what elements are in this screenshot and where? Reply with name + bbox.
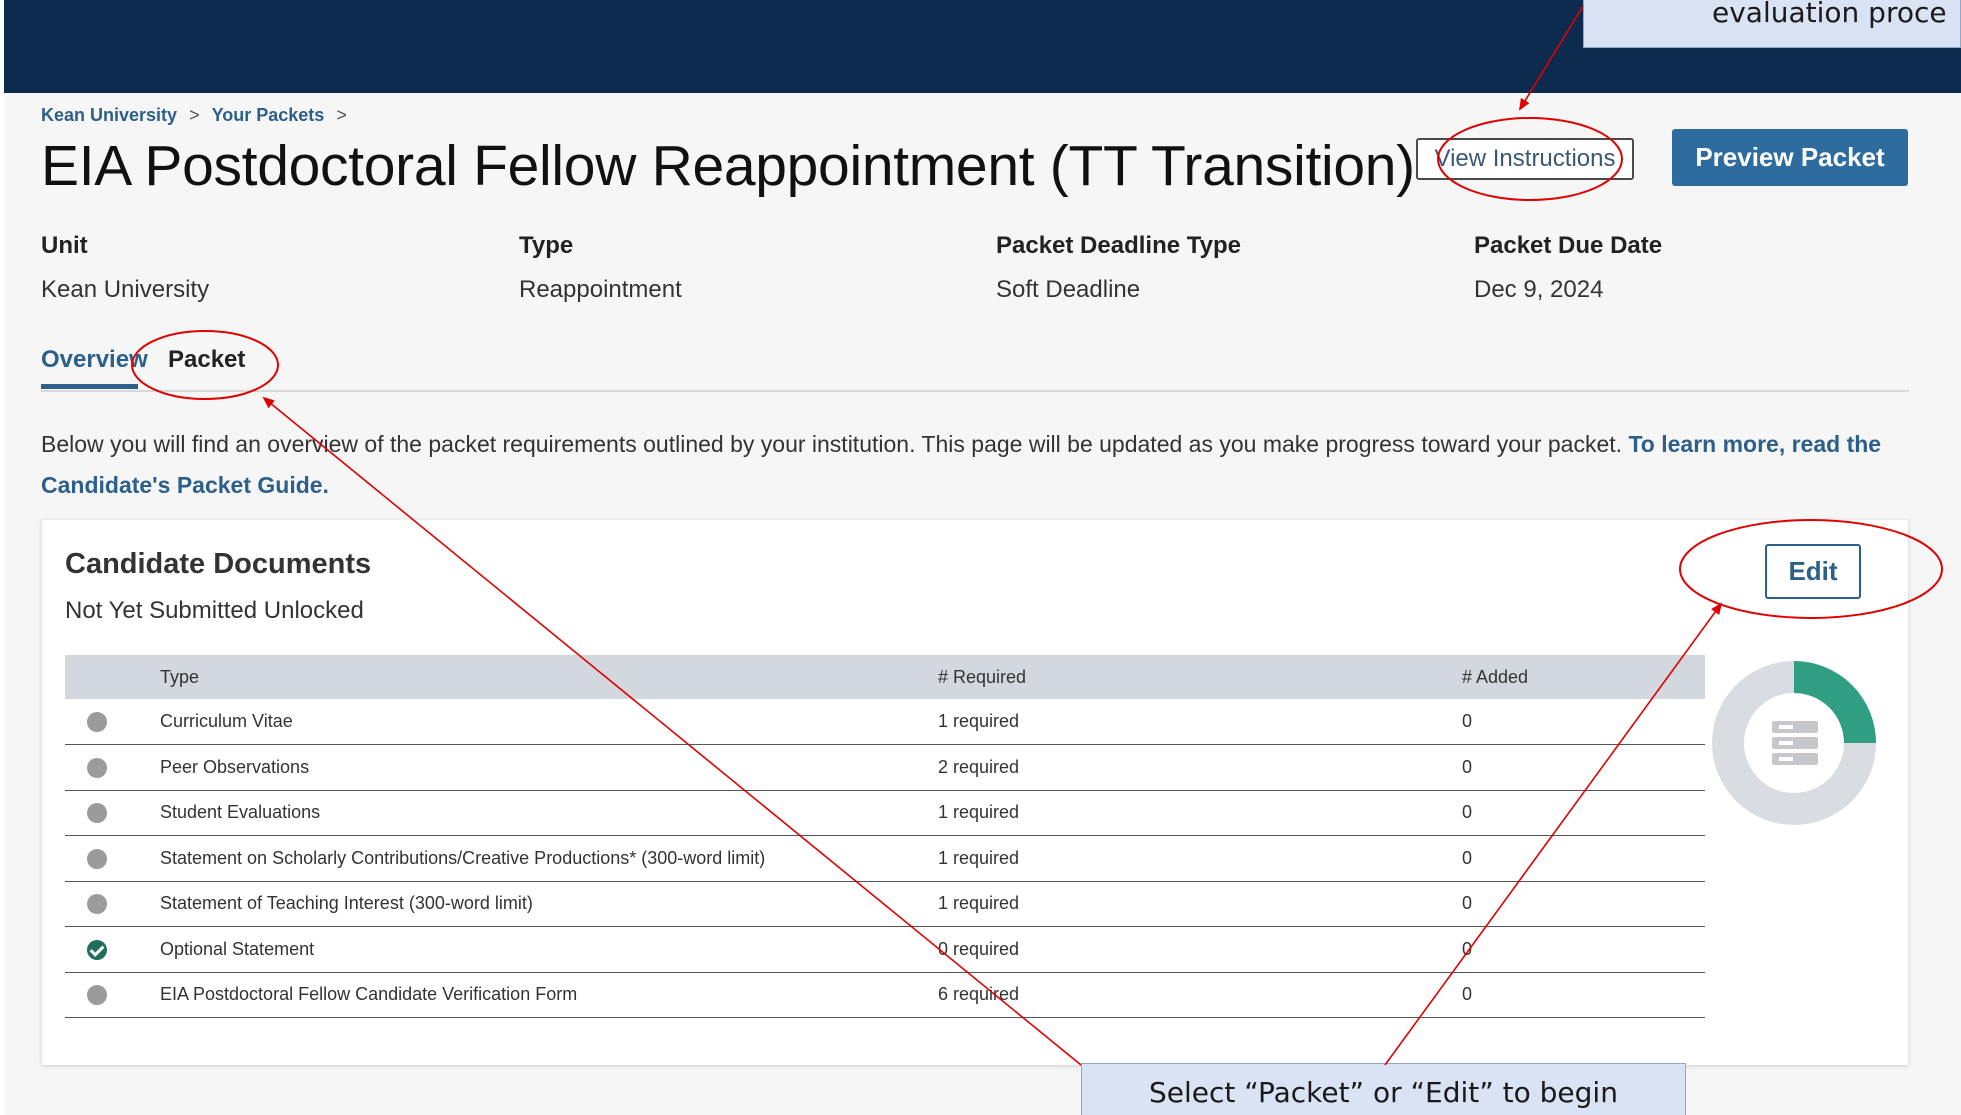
annotation-callout-top: evaluation proce [1583,0,1961,48]
meta-value: Reappointment [519,276,682,303]
pending-status-icon [87,757,107,778]
document-type-cell: Optional Statement [160,938,315,959]
meta-label: Packet Deadline Type [996,232,1241,259]
document-type-cell: Statement on Scholarly Contributions/Cre… [160,847,766,868]
meta-deadline-type: Packet Deadline Type Soft Deadline [996,232,1241,304]
table-row: Curriculum Vitae 1 required 0 [65,699,1705,745]
page-title: EIA Postdoctoral Fellow Reappointment (T… [41,134,1415,198]
meta-label: Unit [41,232,88,259]
status-cell [65,699,160,745]
status-cell [65,927,160,973]
meta-label: Packet Due Date [1474,232,1663,259]
tab-overview-label: Overview [41,346,148,373]
required-count-cell: 1 required [938,711,1020,731]
tab-overview[interactable]: Overview [41,346,148,389]
active-tab-underline [41,384,138,389]
added-count-cell: 0 [1462,938,1473,959]
column-header-type: Type [160,666,200,687]
intro-text: Below you will find an overview of the p… [41,431,1629,457]
tab-bar: Overview Packet [41,346,1909,392]
pending-status-icon [87,803,107,824]
added-count-cell: 0 [1462,711,1473,731]
table-header-row: Type # Required # Added [65,655,1705,699]
preview-packet-button[interactable]: Preview Packet [1672,129,1908,186]
view-instructions-button[interactable]: View Instructions [1416,138,1634,180]
document-type-cell: Curriculum Vitae [160,711,293,731]
progress-donut [1712,661,1876,825]
intro-paragraph: Below you will find an overview of the p… [41,424,1921,506]
column-header-added: # Added [1462,666,1529,687]
table-row: Peer Observations 2 required 0 [65,745,1705,791]
required-count-cell: 1 required [938,893,1020,914]
added-count-cell: 0 [1462,847,1473,868]
document-type-cell: Peer Observations [160,756,310,777]
status-cell [65,745,160,791]
pending-status-icon [87,712,107,733]
table-row: EIA Postdoctoral Fellow Candidate Verifi… [65,972,1705,1018]
annotation-callout-bottom: Select “Packet” or “Edit” to begin [1081,1063,1686,1115]
document-type-cell: Statement of Teaching Interest (300-word… [160,893,533,914]
table-row: Statement on Scholarly Contributions/Cre… [65,836,1705,882]
pending-status-icon [87,848,107,869]
meta-label: Type [519,232,574,259]
required-count-cell: 1 required [938,847,1020,868]
table-row: Optional Statement 0 required 0 [65,927,1705,973]
edit-button[interactable]: Edit [1765,544,1861,599]
breadcrumb-separator: > [189,105,200,125]
added-count-cell: 0 [1462,802,1473,823]
meta-due-date: Packet Due Date Dec 9, 2024 [1474,232,1662,304]
breadcrumb-kean-university[interactable]: Kean University [41,105,177,126]
documents-table-body: Curriculum Vitae 1 required 0 Peer Observat… [65,699,1705,1018]
status-cell [65,972,160,1018]
required-count-cell: 0 required [938,938,1020,959]
document-stack-icon [1772,721,1818,765]
required-count-cell: 2 required [938,756,1020,777]
added-count-cell: 0 [1462,893,1473,914]
candidate-documents-card: Candidate Documents Not Yet Submitted Un… [42,520,1908,1065]
status-cell [65,790,160,836]
document-type-cell: Student Evaluations [160,802,321,823]
meta-unit: Unit Kean University [41,232,209,304]
table-row: Student Evaluations 1 required 0 [65,790,1705,836]
breadcrumb-your-packets[interactable]: Your Packets [212,105,325,126]
required-count-cell: 1 required [938,802,1020,823]
card-title: Candidate Documents [65,548,372,580]
column-header-required: # Required [938,666,1027,687]
check-circle-icon [87,939,107,960]
status-cell [65,881,160,927]
pending-status-icon [87,985,107,1006]
pending-status-icon [87,894,107,915]
documents-table: Type # Required # Added Curriculum Vitae… [65,655,1705,1018]
meta-value: Kean University [41,276,210,303]
table-row: Statement of Teaching Interest (300-word… [65,881,1705,927]
added-count-cell: 0 [1462,756,1473,777]
tab-packet[interactable]: Packet [168,346,245,374]
required-count-cell: 6 required [938,984,1020,1005]
card-status: Not Yet Submitted Unlocked [65,597,364,624]
breadcrumb: Kean University > Your Packets > [41,105,347,126]
document-type-cell: EIA Postdoctoral Fellow Candidate Verifi… [160,984,578,1005]
added-count-cell: 0 [1462,984,1473,1005]
status-column-header [65,655,160,699]
meta-value: Soft Deadline [996,276,1141,303]
breadcrumb-separator: > [336,105,347,125]
meta-value: Dec 9, 2024 [1474,276,1604,303]
meta-type: Type Reappointment [519,232,682,304]
status-cell [65,836,160,882]
